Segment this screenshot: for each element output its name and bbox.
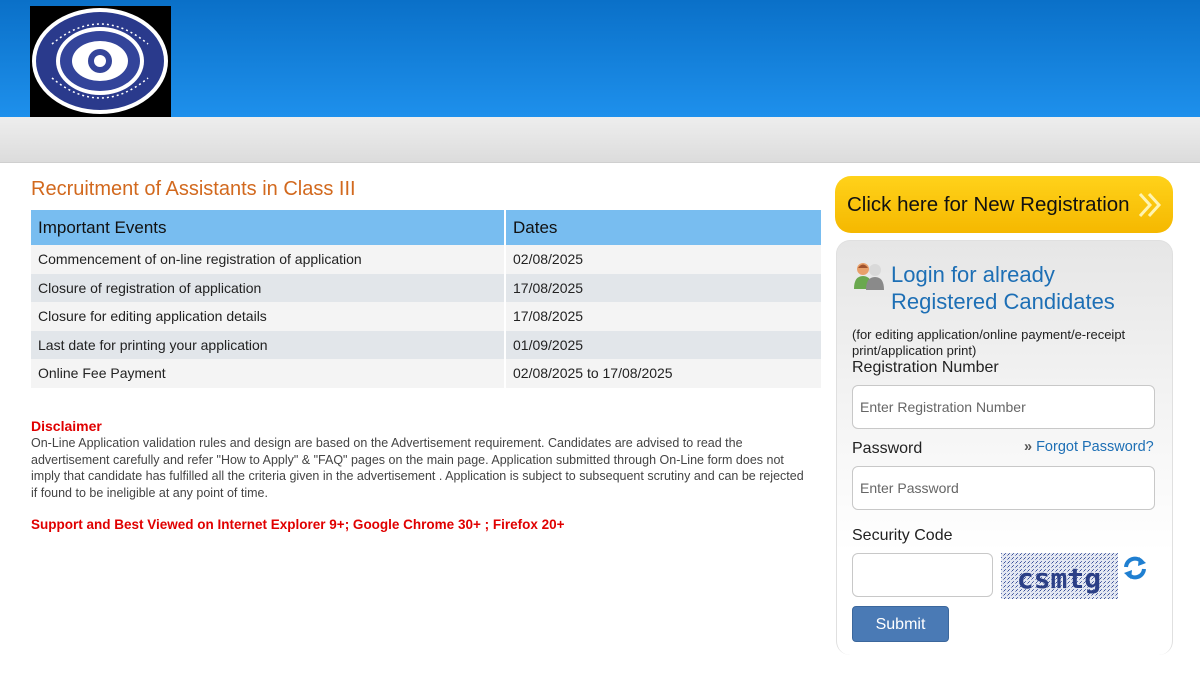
- table-row: Online Fee Payment 02/08/2025 to 17/08/2…: [31, 359, 823, 388]
- event-cell: Online Fee Payment: [31, 359, 506, 388]
- disclaimer-title: Disclaimer: [31, 418, 102, 434]
- password-input[interactable]: [852, 466, 1155, 510]
- new-registration-label: Click here for New Registration: [847, 192, 1130, 216]
- registration-number-label: Registration Number: [852, 359, 999, 376]
- registration-number-input[interactable]: [852, 385, 1155, 429]
- login-note: (for editing application/online payment/…: [852, 327, 1126, 358]
- new-registration-button[interactable]: Click here for New Registration: [835, 176, 1173, 233]
- page-title: Recruitment of Assistants in Class III: [31, 178, 356, 200]
- security-code-label: Security Code: [852, 527, 953, 544]
- event-cell: Last date for printing your application: [31, 330, 506, 359]
- company-logo: [30, 6, 171, 117]
- event-cell: Closure for editing application details: [31, 302, 506, 331]
- table-row: Closure of registration of application 1…: [31, 273, 823, 302]
- nav-bar: [0, 117, 1200, 163]
- site-header: [0, 0, 1200, 117]
- captcha-image: csmtg: [1001, 553, 1118, 599]
- login-panel: Login for already Registered Candidates …: [836, 240, 1173, 655]
- important-events-table: Important Events Dates Commencement of o…: [31, 210, 823, 388]
- date-cell: 01/09/2025: [505, 330, 823, 359]
- date-cell: 02/08/2025: [505, 245, 823, 274]
- event-cell: Commencement of on-line registration of …: [31, 245, 506, 274]
- password-label: Password: [852, 440, 923, 457]
- forgot-password-label: Forgot Password?: [1036, 439, 1154, 455]
- disclaimer-text: On-Line Application validation rules and…: [31, 436, 804, 500]
- double-chevron-right-icon: [1138, 192, 1162, 218]
- refresh-icon[interactable]: [1122, 555, 1148, 581]
- event-cell: Closure of registration of application: [31, 273, 506, 302]
- date-cell: 17/08/2025: [505, 273, 823, 302]
- double-chevron-icon: »: [1024, 439, 1033, 455]
- column-header-events: Important Events: [31, 210, 506, 245]
- date-cell: 17/08/2025: [505, 302, 823, 331]
- table-row: Commencement of on-line registration of …: [31, 245, 823, 274]
- table-row: Closure for editing application details …: [31, 302, 823, 331]
- table-row: Last date for printing your application …: [31, 330, 823, 359]
- forgot-password-link[interactable]: » Forgot Password?: [1024, 439, 1154, 455]
- column-header-dates: Dates: [505, 210, 823, 245]
- date-cell: 02/08/2025 to 17/08/2025: [505, 359, 823, 388]
- browser-support-note: Support and Best Viewed on Internet Expl…: [31, 517, 565, 532]
- security-code-input[interactable]: [852, 553, 993, 597]
- users-icon: [854, 263, 884, 290]
- logo-seal-icon: [32, 8, 168, 114]
- login-title: Login for already Registered Candidates: [891, 262, 1115, 314]
- table-header-row: Important Events Dates: [31, 210, 823, 245]
- submit-button[interactable]: Submit: [852, 606, 949, 642]
- captcha-text: csmtg: [1017, 562, 1101, 595]
